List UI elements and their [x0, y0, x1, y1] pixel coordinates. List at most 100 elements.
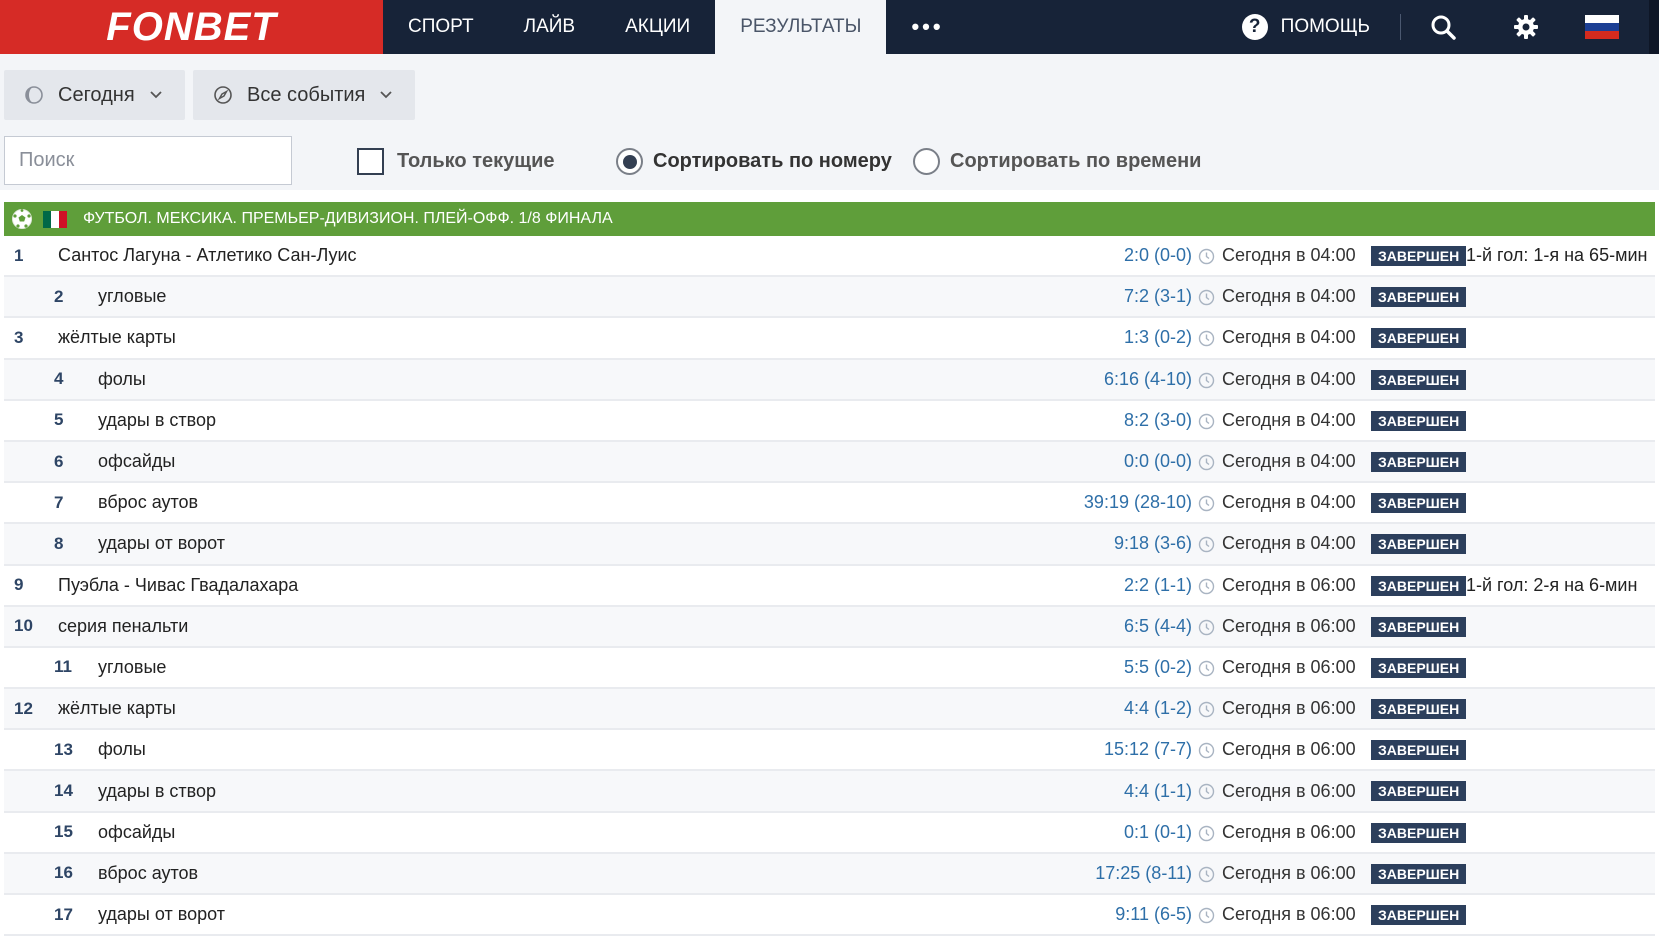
event-name: Пуэбла - Чивас Гвадалахара: [58, 574, 299, 595]
filters-panel: Сегодня Все события Только текущие Сорти…: [0, 54, 1659, 190]
sort-by-time-label: Сортировать по времени: [950, 150, 1202, 172]
event-score[interactable]: 0:1 (0-1): [1124, 822, 1192, 843]
status-badge: ЗАВЕРШЕН: [1371, 616, 1467, 637]
clock-icon: [1198, 248, 1215, 265]
settings-button[interactable]: [1484, 0, 1567, 54]
event-score[interactable]: 8:2 (3-0): [1124, 410, 1192, 431]
help-link[interactable]: ? ПОМОЩЬ: [1241, 14, 1401, 40]
table-row[interactable]: 1 Сантос Лагуна - Атлетико Сан-Луис 2:0 …: [4, 236, 1655, 278]
table-row[interactable]: 13 фолы 15:12 (7-7) Сегодня в 06:00 ЗАВЕ…: [4, 730, 1655, 772]
event-number: 12: [14, 698, 33, 718]
radio-selected[interactable]: [616, 148, 643, 175]
events-dropdown[interactable]: Все события: [193, 70, 415, 120]
status-badge: ЗАВЕРШЕН: [1371, 575, 1467, 596]
search-input[interactable]: [19, 149, 284, 172]
event-time: Сегодня в 06:00: [1222, 904, 1356, 925]
status-badge: ЗАВЕРШЕН: [1371, 287, 1467, 308]
nav-sport[interactable]: СПОРТ: [383, 0, 499, 54]
table-row[interactable]: 16 вброс аутов 17:25 (8-11) Сегодня в 06…: [4, 853, 1655, 895]
event-number: 8: [54, 533, 64, 553]
event-name: удары в створ: [98, 780, 217, 801]
event-name: серия пенальти: [58, 615, 189, 636]
event-score[interactable]: 1:3 (0-2): [1124, 327, 1192, 348]
clock-icon: [1198, 619, 1215, 636]
status-badge: ЗАВЕРШЕН: [1371, 781, 1467, 802]
radio-unselected[interactable]: [913, 148, 940, 175]
status-badge: ЗАВЕРШЕН: [1371, 410, 1467, 431]
header-right-tools: ? ПОМОЩЬ: [1241, 0, 1659, 54]
checkbox-box[interactable]: [357, 148, 384, 175]
event-score[interactable]: 5:5 (0-2): [1124, 657, 1192, 678]
table-row[interactable]: 4 фолы 6:16 (4-10) Сегодня в 04:00 ЗАВЕР…: [4, 359, 1655, 401]
event-name: угловые: [98, 286, 167, 307]
clock-icon: [1198, 413, 1215, 430]
event-score[interactable]: 7:2 (3-1): [1124, 286, 1192, 307]
top-navigation-bar: FONBET СПОРТ ЛАЙВ АКЦИИ РЕЗУЛЬТАТЫ ••• ?…: [0, 0, 1659, 54]
nav-results[interactable]: РЕЗУЛЬТАТЫ: [715, 0, 887, 54]
table-row[interactable]: 3 жёлтые карты 1:3 (0-2) Сегодня в 04:00…: [4, 318, 1655, 360]
table-row[interactable]: 7 вброс аутов 39:19 (28-10) Сегодня в 04…: [4, 483, 1655, 525]
event-number: 1: [14, 245, 24, 265]
more-dots-icon[interactable]: •••: [886, 0, 968, 54]
only-current-checkbox[interactable]: Только текущие: [357, 148, 555, 175]
table-row[interactable]: 15 офсайды 0:1 (0-1) Сегодня в 06:00 ЗАВ…: [4, 813, 1655, 854]
sort-by-number-radio[interactable]: Сортировать по номеру: [616, 148, 892, 175]
status-badge: ЗАВЕРШЕН: [1371, 905, 1467, 925]
event-number: 7: [54, 492, 64, 512]
table-row[interactable]: 14 удары в створ 4:4 (1-1) Сегодня в 06:…: [4, 771, 1655, 813]
event-score[interactable]: 4:4 (1-2): [1124, 698, 1192, 719]
event-number: 3: [14, 327, 24, 347]
event-time: Сегодня в 06:00: [1222, 698, 1356, 719]
event-score[interactable]: 9:11 (6-5): [1115, 904, 1192, 925]
event-time: Сегодня в 06:00: [1222, 615, 1356, 636]
event-score[interactable]: 17:25 (8-11): [1095, 863, 1192, 884]
event-time: Сегодня в 04:00: [1222, 533, 1356, 554]
event-time: Сегодня в 04:00: [1222, 245, 1356, 266]
event-name: фолы: [98, 739, 146, 760]
event-score[interactable]: 2:2 (1-1): [1124, 575, 1192, 596]
event-score[interactable]: 6:16 (4-10): [1104, 369, 1192, 390]
status-badge: ЗАВЕРШЕН: [1371, 246, 1467, 266]
table-row[interactable]: 5 удары в створ 8:2 (3-0) Сегодня в 04:0…: [4, 401, 1655, 442]
event-time: Сегодня в 06:00: [1222, 780, 1356, 801]
status-badge: ЗАВЕРШЕН: [1371, 822, 1467, 843]
event-time: Сегодня в 06:00: [1222, 862, 1356, 883]
event-score[interactable]: 4:4 (1-1): [1124, 781, 1192, 802]
status-badge: ЗАВЕРШЕН: [1371, 369, 1467, 390]
league-group-header[interactable]: ФУТБОЛ. МЕКСИКА. ПРЕМЬЕР-ДИВИЗИОН. ПЛЕЙ-…: [4, 202, 1655, 236]
clock-icon: [1198, 289, 1215, 306]
search-button[interactable]: [1401, 0, 1484, 54]
event-name: фолы: [98, 368, 146, 389]
nav-live[interactable]: ЛАЙВ: [499, 0, 600, 54]
table-row[interactable]: 11 угловые 5:5 (0-2) Сегодня в 06:00 ЗАВ…: [4, 648, 1655, 690]
sort-by-number-label: Сортировать по номеру: [653, 150, 892, 172]
soccer-ball-icon: [11, 208, 33, 230]
event-score[interactable]: 0:0 (0-0): [1124, 451, 1192, 472]
table-row[interactable]: 8 удары от ворот 9:18 (3-6) Сегодня в 04…: [4, 524, 1655, 566]
table-row[interactable]: 9 Пуэбла - Чивас Гвадалахара 2:2 (1-1) С…: [4, 566, 1655, 607]
table-row[interactable]: 2 угловые 7:2 (3-1) Сегодня в 04:00 ЗАВЕ…: [4, 277, 1655, 319]
event-name: вброс аутов: [98, 492, 199, 513]
event-time: Сегодня в 06:00: [1222, 574, 1356, 595]
event-score[interactable]: 2:0 (0-0): [1124, 245, 1192, 266]
table-row[interactable]: 12 жёлтые карты 4:4 (1-2) Сегодня в 06:0…: [4, 689, 1655, 731]
event-score[interactable]: 9:18 (3-6): [1114, 533, 1192, 554]
clock-icon: [1198, 701, 1215, 718]
event-number: 9: [14, 575, 24, 595]
table-row[interactable]: 17 удары от ворот 9:11 (6-5) Сегодня в 0…: [4, 895, 1655, 937]
table-row[interactable]: 6 офсайды 0:0 (0-0) Сегодня в 04:00 ЗАВЕ…: [4, 441, 1655, 484]
event-number: 17: [54, 904, 73, 924]
clock-icon: [1198, 825, 1215, 842]
clock-icon: [1198, 783, 1215, 800]
event-score[interactable]: 15:12 (7-7): [1104, 739, 1192, 760]
sort-by-time-radio[interactable]: Сортировать по времени: [913, 148, 1201, 175]
event-score[interactable]: 39:19 (28-10): [1084, 492, 1192, 513]
date-dropdown[interactable]: Сегодня: [4, 70, 185, 120]
table-row[interactable]: 10 серия пенальти 6:5 (4-4) Сегодня в 06…: [4, 606, 1655, 648]
fonbet-logo[interactable]: FONBET: [0, 0, 383, 54]
event-time: Сегодня в 06:00: [1222, 739, 1356, 760]
nav-promotions[interactable]: АКЦИИ: [600, 0, 715, 54]
event-score[interactable]: 6:5 (4-4): [1124, 616, 1192, 637]
russia-flag-icon[interactable]: [1585, 15, 1619, 39]
event-name: угловые: [98, 656, 167, 677]
